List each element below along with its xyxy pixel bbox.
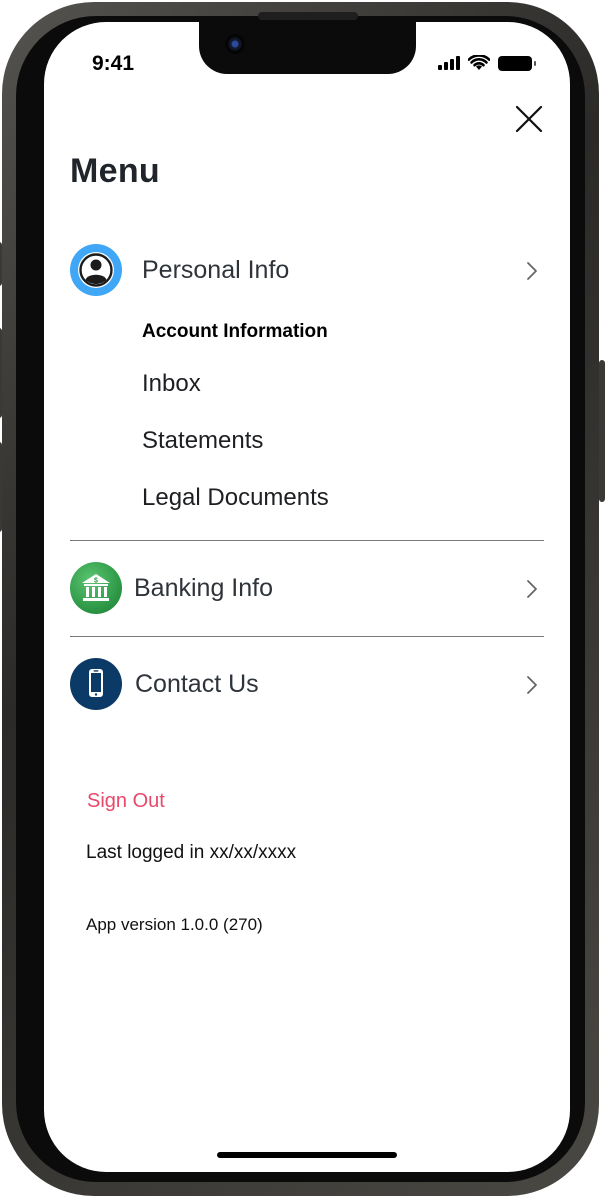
bank-icon: $ [70,562,122,614]
personal-info-label: Personal Info [142,255,290,284]
front-camera [225,34,245,54]
screen: 9:41 Menu Personal Info Account Informat… [44,22,570,1172]
wifi-icon [468,55,490,70]
svg-text:$: $ [94,578,98,585]
app-version-text: App version 1.0.0 (270) [86,915,263,934]
mute-switch [0,242,2,286]
menu-subitem-statements[interactable]: Statements [142,427,263,455]
menu-item-banking-info[interactable]: $ Banking Info [70,559,542,617]
volume-up-button [0,328,2,418]
divider [70,540,544,541]
signal-icon [438,56,460,70]
menu-subitem-inbox[interactable]: Inbox [142,370,201,398]
account-information-heading: Account Information [142,321,328,342]
chevron-right-icon [527,262,537,280]
speaker-grille [258,12,358,20]
status-icons [438,55,536,71]
volume-down-button [0,442,2,532]
side-button [599,360,605,502]
chevron-right-icon [527,676,537,694]
last-logged-text: Last logged in xx/xx/xxxx [86,842,297,863]
menu-subitem-legal-documents[interactable]: Legal Documents [142,484,329,512]
divider [70,636,544,637]
chevron-right-icon [527,580,537,598]
page-title: Menu [70,152,160,190]
status-time: 9:41 [92,52,135,75]
menu-item-contact-us[interactable]: Contact Us [70,655,542,713]
battery-icon [498,55,536,71]
home-indicator[interactable] [217,1152,397,1158]
phone-icon [70,658,122,710]
banking-info-label: Banking Info [134,573,273,602]
notch [199,22,416,74]
sign-out-link[interactable]: Sign Out [87,790,165,813]
close-icon[interactable] [514,104,544,134]
contact-us-label: Contact Us [135,669,259,698]
user-icon [70,244,122,296]
menu-item-personal-info[interactable]: Personal Info [70,241,542,299]
